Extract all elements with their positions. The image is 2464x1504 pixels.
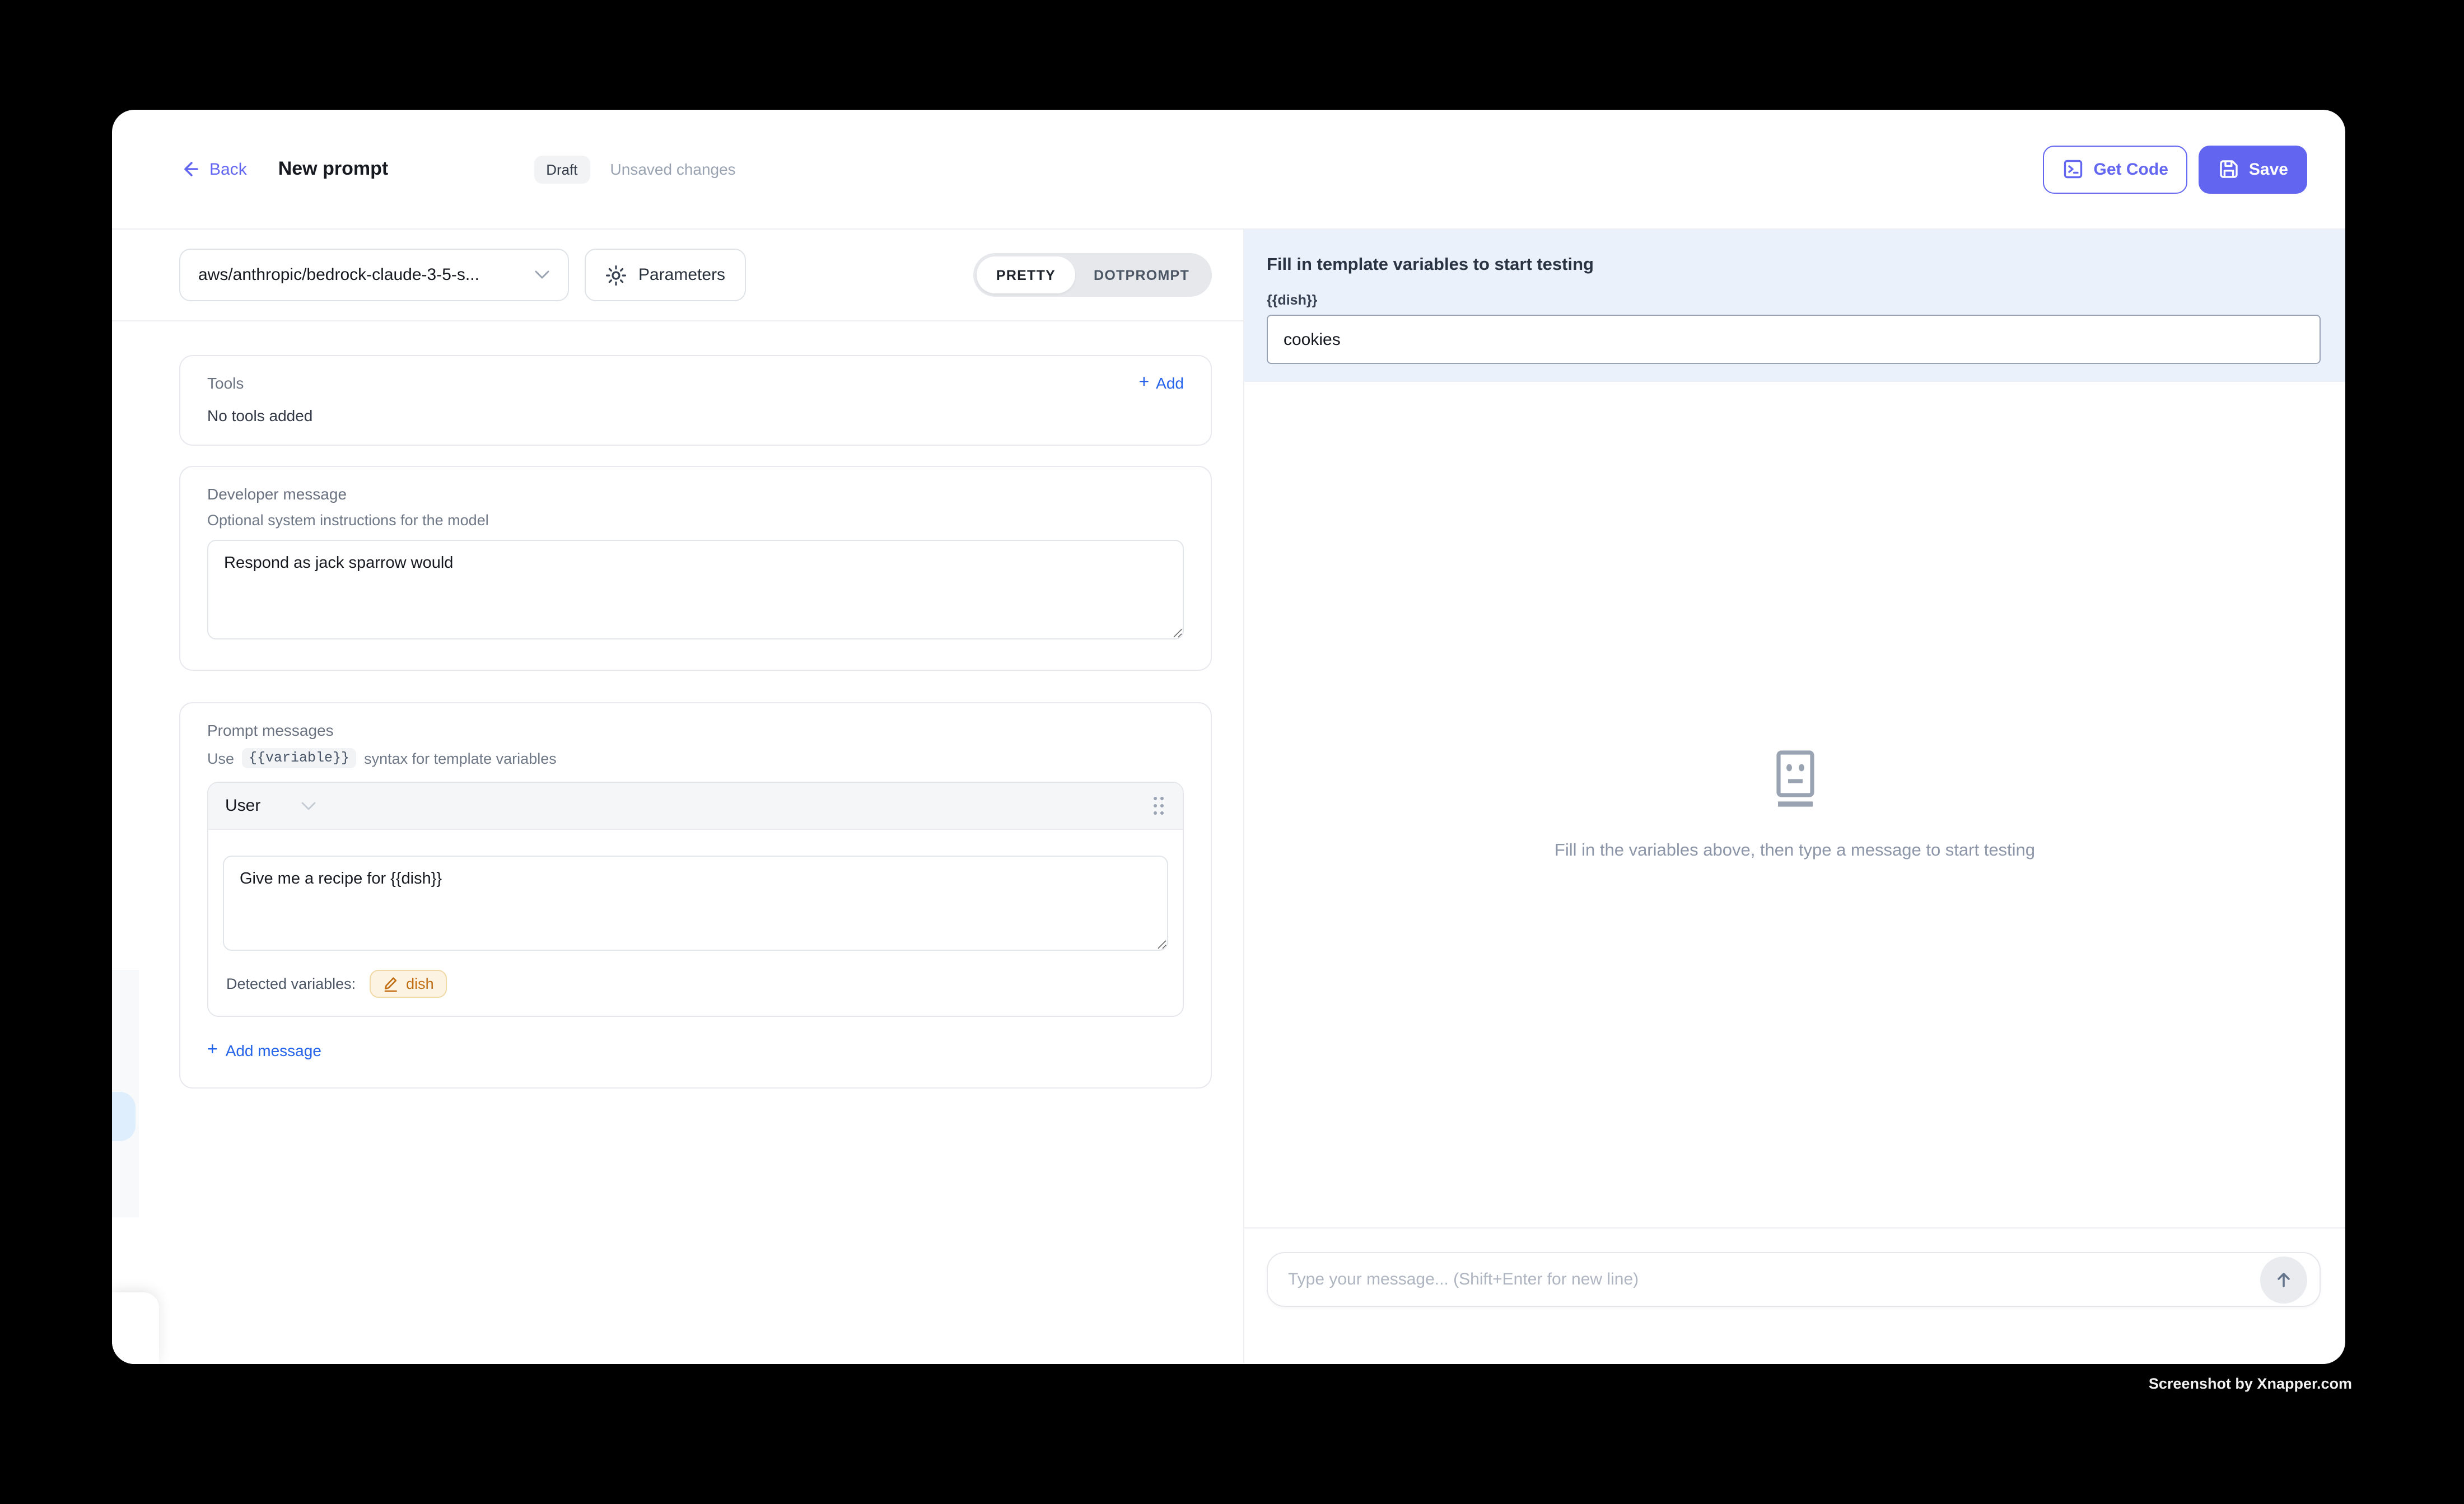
chat-input-bar (1244, 1227, 2345, 1363)
back-button[interactable]: Back (179, 159, 247, 179)
test-panel: Fill in template variables to start test… (1244, 230, 2345, 382)
variable-badge[interactable]: dish (369, 970, 447, 998)
model-selector[interactable]: aws/anthropic/bedrock-claude-3-5-s... (179, 249, 569, 301)
message-body: Give me a recipe for {{dish}} Detected v… (208, 830, 1183, 1016)
editor-toolbar: aws/anthropic/bedrock-claude-3-5-s... Pa… (112, 230, 1243, 321)
view-toggle: PRETTY DOTPROMPT (974, 253, 1212, 297)
variable-field-label: {{dish}} (1267, 292, 2321, 308)
template-hint: Use {{variable}} syntax for template var… (207, 748, 1184, 768)
send-button[interactable] (2260, 1256, 2307, 1303)
save-icon (2218, 158, 2240, 180)
arrow-left-icon (179, 159, 199, 179)
gear-icon (605, 264, 627, 286)
tools-card: Tools + Add No tools added (179, 355, 1212, 446)
sidebar-highlight (112, 1092, 136, 1141)
developer-message-title: Developer message (207, 485, 1184, 503)
chevron-down-icon (534, 270, 550, 280)
message-textarea[interactable]: Give me a recipe for {{dish}} (223, 856, 1168, 951)
unsaved-changes-text: Unsaved changes (610, 160, 736, 178)
editor-column: aws/anthropic/bedrock-claude-3-5-s... Pa… (112, 230, 1244, 1363)
arrow-up-icon (2274, 1269, 2294, 1290)
developer-message-subtitle: Optional system instructions for the mod… (207, 512, 1184, 529)
header: Back New prompt Draft Unsaved changes Ge… (112, 110, 2345, 230)
parameters-label: Parameters (638, 265, 725, 284)
hint-prefix: Use (207, 750, 234, 767)
plus-icon: + (207, 1041, 218, 1059)
drag-handle-icon[interactable] (1151, 795, 1166, 816)
test-panel-title: Fill in template variables to start test… (1267, 255, 2321, 275)
developer-message-textarea[interactable]: Respond as jack sparrow would (207, 540, 1184, 639)
variable-input[interactable] (1267, 315, 2321, 364)
add-message-button[interactable]: + Add message (207, 1041, 321, 1059)
sidebar-sliver (112, 970, 139, 1217)
status-badge: Draft (534, 155, 590, 183)
terminal-icon (2062, 158, 2085, 180)
prompt-editor-window: Back New prompt Draft Unsaved changes Ge… (112, 110, 2345, 1364)
role-label: User (225, 796, 260, 815)
corner-popup (112, 1292, 159, 1364)
message-header: User (208, 783, 1183, 830)
parameters-button[interactable]: Parameters (585, 249, 745, 301)
variable-code-chip: {{variable}} (242, 748, 356, 768)
role-selector[interactable]: User (225, 796, 315, 815)
empty-state-text: Fill in the variables above, then type a… (1555, 840, 2035, 861)
prompt-messages-title: Prompt messages (207, 721, 1184, 739)
tools-empty-text: No tools added (207, 407, 1184, 424)
back-label: Back (209, 160, 247, 179)
page-title: New prompt (278, 158, 388, 180)
add-tool-label: Add (1156, 374, 1184, 392)
body: aws/anthropic/bedrock-claude-3-5-s... Pa… (112, 230, 2345, 1363)
save-button[interactable]: Save (2199, 145, 2307, 193)
screenshot-root: Back New prompt Draft Unsaved changes Ge… (0, 0, 2464, 1504)
add-message-label: Add message (226, 1041, 321, 1059)
prompt-messages-card: Prompt messages Use {{variable}} syntax … (179, 702, 1212, 1089)
tools-title: Tools (207, 374, 244, 392)
chevron-down-icon (301, 801, 315, 810)
message-input[interactable] (1267, 1252, 2321, 1307)
detected-variables-row: Detected variables: dish (223, 956, 1168, 1001)
save-label: Save (2249, 160, 2288, 179)
robot-icon (1768, 749, 1822, 807)
header-actions: Get Code Save (2043, 145, 2307, 193)
developer-message-card: Developer message Optional system instru… (179, 466, 1212, 671)
chat-empty-state: Fill in the variables above, then type a… (1244, 382, 2345, 1227)
watermark: Screenshot by Xnapper.com (2149, 1375, 2352, 1392)
get-code-button[interactable]: Get Code (2043, 145, 2187, 193)
test-column: Fill in template variables to start test… (1244, 230, 2345, 1363)
toggle-option-pretty[interactable]: PRETTY (977, 256, 1075, 293)
variable-name: dish (406, 975, 434, 992)
detected-variables-label: Detected variables: (226, 975, 356, 992)
hint-suffix: syntax for template variables (364, 750, 557, 767)
message-group: User Give me a recipe for (207, 782, 1184, 1017)
get-code-label: Get Code (2094, 160, 2168, 179)
add-tool-button[interactable]: + Add (1138, 374, 1184, 392)
plus-icon: + (1138, 374, 1149, 392)
pencil-icon (382, 975, 398, 992)
model-selector-value: aws/anthropic/bedrock-claude-3-5-s... (198, 265, 534, 284)
editor-content: Tools + Add No tools added Developer mes… (112, 321, 1243, 1363)
toggle-option-dotprompt[interactable]: DOTPROMPT (1075, 256, 1208, 293)
